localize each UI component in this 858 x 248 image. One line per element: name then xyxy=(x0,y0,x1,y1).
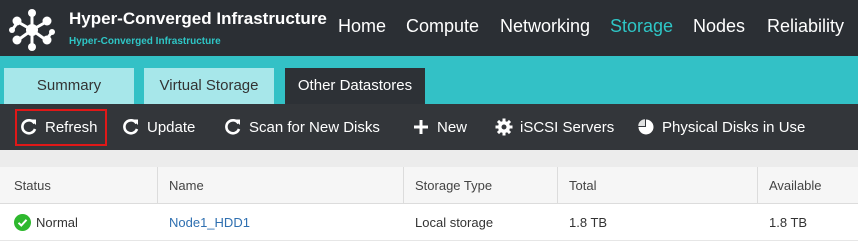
plus-icon xyxy=(412,118,430,136)
refresh-icon xyxy=(122,118,140,136)
check-circle-icon xyxy=(14,214,31,231)
tab-other-datastores[interactable]: Other Datastores xyxy=(285,68,425,104)
nav-reliability[interactable]: Reliability xyxy=(767,16,844,37)
nav-storage[interactable]: Storage xyxy=(610,16,673,37)
iscsi-servers-button[interactable]: iSCSI Servers xyxy=(495,104,614,150)
update-label: Update xyxy=(147,118,196,136)
nav-nodes[interactable]: Nodes xyxy=(693,16,745,37)
brand-subtitle: Hyper-Converged Infrastructure xyxy=(69,36,221,47)
column-divider[interactable] xyxy=(157,167,158,204)
column-header-storage-type[interactable]: Storage Type xyxy=(415,167,492,204)
datastore-name-link[interactable]: Node1_HDD1 xyxy=(169,204,250,241)
physical-disks-in-use-label: Physical Disks in Use xyxy=(662,118,806,136)
refresh-label: Refresh xyxy=(45,118,98,136)
new-button[interactable]: New xyxy=(412,104,467,150)
top-header: Hyper-Converged Infrastructure Hyper-Con… xyxy=(0,0,858,56)
refresh-button[interactable]: Refresh xyxy=(20,104,98,150)
column-divider[interactable] xyxy=(757,167,758,204)
status-cell: Normal xyxy=(14,204,78,241)
column-header-available[interactable]: Available xyxy=(769,167,822,204)
total-cell: 1.8 TB xyxy=(569,215,608,230)
scan-new-disks-label: Scan for New Disks xyxy=(249,118,380,136)
tab-strip: Summary Virtual Storage Other Datastores xyxy=(0,56,858,104)
update-button[interactable]: Update xyxy=(122,104,195,150)
status-text: Normal xyxy=(36,215,78,230)
column-header-name[interactable]: Name xyxy=(169,167,204,204)
available-cell: 1.8 TB xyxy=(769,215,808,230)
toolbar: Refresh Update Scan for New Disks New iS… xyxy=(0,104,858,150)
iscsi-servers-label: iSCSI Servers xyxy=(520,118,615,136)
physical-disks-in-use-button[interactable]: Physical Disks in Use xyxy=(637,104,805,150)
storage-type-cell: Local storage xyxy=(415,215,494,230)
pie-chart-icon xyxy=(637,118,655,136)
column-divider[interactable] xyxy=(403,167,404,204)
table-header: Status Name Storage Type Total Available xyxy=(0,167,858,204)
content-spacer xyxy=(0,150,858,167)
scan-new-disks-button[interactable]: Scan for New Disks xyxy=(224,104,380,150)
new-label: New xyxy=(437,118,468,136)
brand-title: Hyper-Converged Infrastructure xyxy=(69,9,327,28)
gear-icon xyxy=(495,118,513,136)
column-header-status[interactable]: Status xyxy=(14,167,51,204)
nav-compute[interactable]: Compute xyxy=(406,16,479,37)
molecule-network-icon[interactable] xyxy=(8,8,56,52)
nav-home[interactable]: Home xyxy=(338,16,386,37)
column-divider[interactable] xyxy=(557,167,558,204)
column-header-total[interactable]: Total xyxy=(569,167,596,204)
tab-virtual-storage[interactable]: Virtual Storage xyxy=(144,68,274,104)
refresh-icon xyxy=(20,118,38,136)
refresh-icon xyxy=(224,118,242,136)
table-row[interactable]: Normal Node1_HDD1 Local storage 1.8 TB 1… xyxy=(0,204,858,241)
nav-networking[interactable]: Networking xyxy=(500,16,590,37)
tab-summary[interactable]: Summary xyxy=(4,68,134,104)
